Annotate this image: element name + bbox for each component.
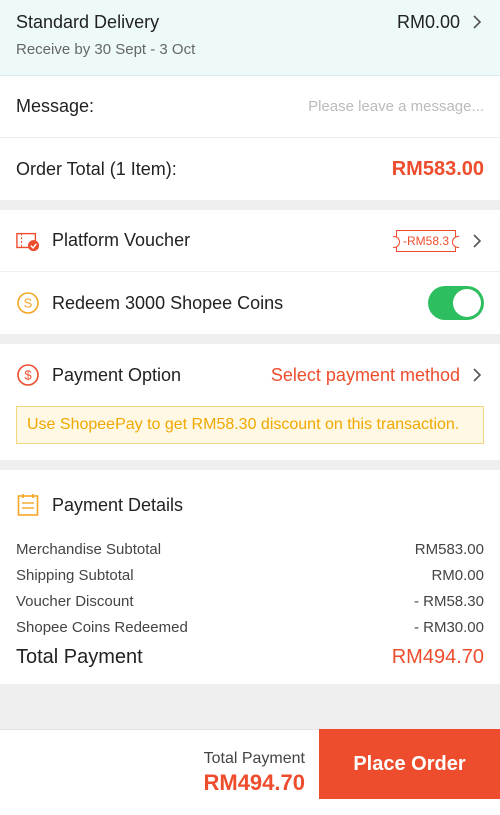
payment-details-header: Payment Details [16, 484, 484, 526]
total-payment-row: Total Payment RM494.70 [16, 642, 484, 672]
coins-toggle[interactable] [428, 286, 484, 320]
payment-option-label: Payment Option [52, 364, 182, 385]
place-order-button[interactable]: Place Order [319, 729, 500, 799]
order-total-amount: RM583.00 [391, 157, 484, 180]
payment-details-title: Payment Details [52, 494, 184, 515]
checkout-bar: Total Payment RM494.70 Place Order [0, 729, 500, 815]
total-payment-value: RM494.70 [391, 645, 484, 668]
section-divider [0, 334, 500, 344]
select-payment-method[interactable]: Select payment method [271, 365, 484, 386]
chevron-right-icon [470, 368, 484, 382]
payment-method-value: Select payment method [270, 364, 460, 385]
platform-voucher-row[interactable]: Platform Voucher -RM58.3 [0, 210, 500, 272]
detail-row: Shipping Subtotal RM0.00 [16, 562, 484, 588]
svg-text:$: $ [24, 368, 32, 383]
toggle-knob [453, 289, 481, 317]
order-total-row: Order Total (1 Item): RM583.00 [0, 138, 500, 200]
footer-total: Total Payment RM494.70 [0, 730, 319, 815]
detail-row: Shopee Coins Redeemed - RM30.00 [16, 614, 484, 640]
detail-value: RM0.00 [431, 566, 484, 584]
dollar-icon: $ [16, 363, 40, 387]
shopee-coins-row: S Redeem 3000 Shopee Coins [0, 272, 500, 334]
coin-icon: S [16, 291, 40, 315]
delivery-info: Standard Delivery Receive by 30 Sept - 3… [16, 12, 195, 63]
delivery-price-wrap: RM0.00 [397, 12, 484, 63]
delivery-price: RM0.00 [396, 12, 460, 32]
chevron-right-icon [470, 15, 484, 29]
total-payment-label: Total Payment [16, 645, 143, 668]
payment-option-row[interactable]: $ Payment Option Select payment method [0, 344, 500, 406]
voucher-tag: -RM58.3 [392, 229, 460, 252]
detail-value: - RM58.30 [413, 592, 484, 610]
detail-label: Voucher Discount [16, 592, 134, 610]
detail-value: RM583.00 [414, 540, 484, 558]
detail-label: Shopee Coins Redeemed [16, 618, 188, 636]
detail-label: Shipping Subtotal [16, 566, 134, 584]
message-row: Message: [0, 76, 500, 138]
delivery-title: Standard Delivery [16, 12, 160, 32]
shopeepay-promo-banner: Use ShopeePay to get RM58.30 discount on… [16, 406, 484, 444]
voucher-icon [16, 229, 40, 253]
promo-wrap: Use ShopeePay to get RM58.30 discount on… [0, 406, 500, 460]
delivery-eta: Receive by 30 Sept - 3 Oct [16, 41, 196, 58]
detail-value: - RM30.00 [413, 618, 484, 636]
coins-label: Redeem 3000 Shopee Coins [52, 292, 284, 313]
receipt-icon [16, 493, 40, 517]
section-divider [0, 200, 500, 210]
footer-total-label: Total Payment [203, 749, 305, 767]
footer-total-value: RM494.70 [203, 769, 305, 795]
detail-label: Merchandise Subtotal [16, 540, 162, 558]
voucher-label: Platform Voucher [52, 230, 191, 250]
message-label: Message: [16, 96, 95, 116]
detail-row: Voucher Discount - RM58.30 [16, 588, 484, 614]
payment-details-section: Payment Details Merchandise Subtotal RM5… [0, 470, 500, 684]
svg-text:S: S [24, 296, 33, 311]
detail-row: Merchandise Subtotal RM583.00 [16, 536, 484, 562]
order-total-label: Order Total (1 Item): [16, 158, 177, 179]
delivery-section[interactable]: Standard Delivery Receive by 30 Sept - 3… [0, 0, 500, 76]
chevron-right-icon [470, 233, 484, 248]
section-divider [0, 460, 500, 470]
message-input[interactable] [284, 98, 484, 115]
